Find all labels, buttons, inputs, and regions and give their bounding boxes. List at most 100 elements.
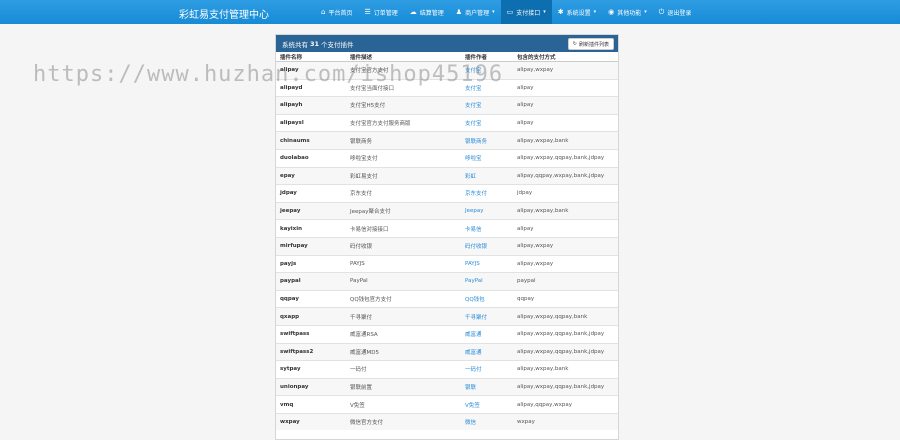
table-row: payjs PAYJS PAYJS alipay,wxpay (276, 254, 618, 273)
gear-icon: ✱ (557, 7, 564, 16)
plugin-author-cell[interactable]: 银联商务 (461, 131, 513, 150)
app-title[interactable]: 彩虹易支付管理中心 (179, 6, 269, 21)
pay-types-cell: alipay,wxpay,bank (513, 201, 618, 220)
pay-types-cell: alipay (513, 113, 618, 132)
table-row: qxapp 千寻聚付 千寻聚付 alipay,wxpay,qqpay,bank (276, 307, 618, 326)
plugin-author-cell[interactable]: 千寻聚付 (461, 307, 513, 326)
user-icon: ♟ (455, 7, 463, 16)
table-row: swiftpass2 威富通MD5 威富通 alipay,wxpay,qqpay,ba… (276, 342, 618, 361)
cloud-icon: ☁ (409, 7, 417, 16)
nav-item-2[interactable]: ☁ 结算管理 (404, 0, 450, 24)
plugin-author-cell[interactable]: 支付宝 (461, 113, 513, 132)
plugin-author-cell[interactable]: 卡易信 (461, 219, 513, 238)
plugin-author-cell[interactable]: 一码付 (461, 360, 513, 379)
plugin-desc-cell: 码付收银 (346, 236, 461, 256)
table-row: sytpay 一码付 一码付 alipay,wxpay,bank (276, 360, 618, 379)
nav-item-7[interactable]: ⏻ 退出登录 (653, 0, 698, 24)
plugin-name-cell: paypal (276, 272, 346, 291)
plugin-desc-cell: 卡易信对接接口 (346, 219, 461, 238)
panel-heading: 系统共有 31 个支付插件 ↻ 刷新插件列表 (276, 35, 618, 52)
chevron-down-icon: ▾ (593, 9, 597, 15)
nav-item-label: 结算管理 (419, 9, 444, 17)
plugin-name-cell: alipaysl (276, 113, 346, 132)
plugin-author-cell[interactable]: V免签 (461, 395, 513, 414)
plugin-author-cell[interactable]: QQ钱包 (461, 289, 513, 308)
plugin-author-cell[interactable]: 京东支付 (461, 184, 513, 203)
table-row: jeepay Jeepay聚合支付 Jeepay alipay,wxpay,bank (276, 201, 618, 220)
plugin-author-cell[interactable]: 支付宝 (461, 61, 513, 80)
nav-item-1[interactable]: ☰ 订单管理 (358, 0, 403, 24)
pay-types-cell: qqpay (513, 289, 618, 308)
pay-types-cell: paypal (513, 272, 618, 291)
plugin-desc-cell: 支付宝H5支付 (346, 96, 461, 115)
plugin-name-cell: jeepay (276, 201, 346, 220)
pay-types-cell: alipay,wxpay,qqpay,bank (513, 307, 618, 326)
plugin-desc-cell: 支付宝官方支付 (346, 61, 461, 80)
table-row: alipayh 支付宝H5支付 支付宝 alipay (276, 96, 618, 115)
globe-icon: ◉ (608, 7, 615, 16)
plugin-author-cell[interactable]: 银联 (461, 377, 513, 396)
table-header-row: 插件名称 插件描述 插件作者 包含的支付方式 (276, 52, 618, 62)
plugin-desc-cell: 威富通RSA (346, 324, 461, 343)
plugin-name-cell: alipay (276, 61, 346, 80)
plugin-desc-cell: 一码付 (346, 360, 461, 379)
header-plugin-author: 插件作者 (461, 52, 513, 62)
nav-item-4[interactable]: ▭ 支付接口 ▾ (500, 0, 552, 24)
table-row: vmq V免签 V免签 alipay,qqpay,wxpay (276, 395, 618, 414)
pay-types-cell: alipay,qqpay,wxpay,bank,jdpay (513, 166, 618, 185)
plugin-author-cell[interactable]: Jeepay (461, 201, 513, 220)
header-pay-types: 包含的支付方式 (513, 52, 618, 62)
nav-item-3[interactable]: ♟ 商户管理 ▾ (450, 0, 501, 24)
plugin-author-cell[interactable]: 支付宝 (461, 78, 513, 97)
chevron-down-icon: ▾ (492, 9, 495, 15)
plugin-author-cell[interactable]: 微信 (461, 412, 513, 431)
plugin-table: 插件名称 插件描述 插件作者 包含的支付方式 alipay 支付宝官方支付 支付宝 a… (276, 52, 618, 431)
plugin-author-cell[interactable]: 威富通 (461, 342, 513, 361)
pay-types-cell: alipay,wxpay,bank (513, 360, 618, 379)
table-row: alipaysl 支付宝官方支付服务商版 支付宝 alipay (276, 113, 618, 132)
nav-item-label: 支付接口 (516, 9, 541, 17)
chevron-down-icon: ▾ (543, 9, 546, 15)
nav-item-6[interactable]: ◉ 其他功能 ▾ (602, 0, 653, 24)
plugin-name-cell: sytpay (276, 360, 346, 379)
pay-types-cell: alipay,wxpay (513, 61, 618, 80)
plugin-desc-cell: V免签 (346, 395, 461, 414)
nav-item-label: 其他功能 (617, 9, 642, 17)
plugin-name-cell: chinaums (276, 131, 346, 150)
plugin-author-cell[interactable]: 彩虹 (461, 166, 513, 185)
pay-types-cell: alipay,wxpay,qqpay,bank,jdpay (513, 377, 618, 396)
pay-types-cell: alipay (513, 219, 618, 238)
nav-item-5[interactable]: ✱ 系统设置 ▾ (552, 0, 602, 24)
plugin-desc-cell: 银联前置 (346, 377, 461, 396)
nav-item-0[interactable]: ⌂ 平台首页 (315, 0, 358, 24)
nav-item-label: 平台首页 (328, 9, 353, 17)
plugin-author-cell[interactable]: PayPal (461, 272, 513, 291)
plugin-desc-cell: 银联商务 (346, 131, 461, 150)
power-icon: ⏻ (658, 7, 665, 16)
plugin-name-cell: alipayh (276, 96, 346, 115)
table-row: kayixin 卡易信对接接口 卡易信 alipay (276, 219, 618, 238)
plugin-desc-cell: 支付宝官方支付服务商版 (346, 113, 461, 132)
table-row: qqpay QQ钱包官方支付 QQ钱包 qqpay (276, 289, 618, 308)
list-icon: ☰ (364, 7, 371, 16)
nav-item-label: 系统设置 (566, 9, 591, 17)
pay-types-cell: alipay (513, 96, 618, 115)
plugin-author-cell[interactable]: PAYJS (461, 254, 513, 273)
plugin-author-cell[interactable]: 码付收银 (461, 236, 513, 256)
plugin-author-cell[interactable]: 支付宝 (461, 96, 513, 115)
pay-types-cell: alipay,qqpay,wxpay (513, 395, 618, 414)
plugin-author-cell[interactable]: 哆啦宝 (461, 148, 513, 168)
refresh-plugins-button[interactable]: ↻ 刷新插件列表 (567, 38, 614, 50)
nav-item-label: 商户管理 (465, 9, 490, 17)
plugin-name-cell: alipayd (276, 78, 346, 97)
table-row: epay 彩虹易支付 彩虹 alipay,qqpay,wxpay,bank,jdpay (276, 166, 618, 185)
plugin-author-cell[interactable]: 威富通 (461, 324, 513, 343)
plugin-desc-cell: 千寻聚付 (346, 307, 461, 326)
plugin-desc-cell: 支付宝当面付接口 (346, 78, 461, 97)
pay-types-cell: jdpay (513, 184, 618, 203)
plugin-desc-cell: 彩虹易支付 (346, 166, 461, 185)
plugin-name-cell: swiftpass2 (276, 342, 346, 361)
plugin-name-cell: wxpay (276, 412, 346, 431)
pay-types-cell: alipay (513, 78, 618, 97)
pay-types-cell: wxpay (513, 412, 618, 431)
